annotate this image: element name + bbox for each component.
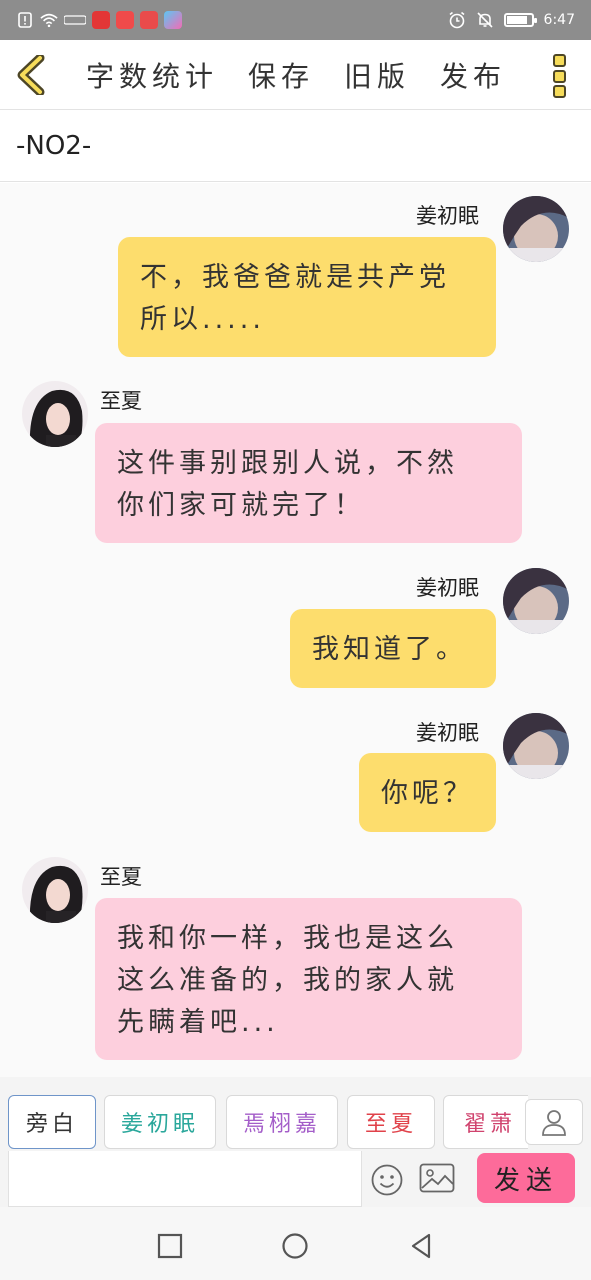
avatar[interactable] [22, 857, 88, 923]
app-icon [140, 11, 158, 29]
message-line: 你们家可就完了！ [117, 490, 365, 521]
message-input[interactable] [8, 1151, 362, 1207]
chat-bubble[interactable]: 你呢？ [359, 753, 496, 832]
avatar[interactable] [22, 381, 88, 447]
status-time: 6:47 [543, 12, 575, 28]
toolbar-actions: 字数统计 保存 旧版 发布 [86, 40, 536, 110]
chapter-label: -NO2- [0, 110, 591, 182]
role-tab-yan-xujia[interactable]: 焉栩嘉 [226, 1095, 338, 1149]
home-icon[interactable] [280, 1231, 310, 1261]
more-vertical-icon [552, 85, 566, 98]
role-tab-zhixia[interactable]: 至夏 [347, 1095, 435, 1149]
sender-name: 姜初眠 [416, 721, 479, 745]
insert-image-button[interactable] [419, 1163, 455, 1193]
status-bar-right: 6:47 [448, 11, 575, 29]
sim-alert-icon [16, 11, 34, 29]
message-line: 这件事别跟别人说，不然 [117, 448, 458, 479]
more-menu-button[interactable] [548, 54, 570, 98]
image-icon [419, 1163, 455, 1193]
smiley-icon [371, 1164, 403, 1196]
wifi-icon [40, 11, 58, 29]
person-icon [542, 1110, 566, 1136]
avatar[interactable] [503, 196, 569, 262]
message-line: 先瞒着吧... [117, 1007, 279, 1038]
app-icon [164, 11, 182, 29]
sender-name: 姜初眠 [416, 576, 479, 600]
app-icon [64, 11, 86, 29]
editor-toolbar: 字数统计 保存 旧版 发布 [0, 40, 591, 110]
sender-name: 至夏 [100, 389, 142, 413]
word-count-button[interactable]: 字数统计 [86, 55, 218, 95]
avatar[interactable] [503, 713, 569, 779]
back-button[interactable] [14, 54, 48, 96]
recent-apps-icon[interactable] [155, 1231, 185, 1261]
old-version-button[interactable]: 旧版 [344, 55, 410, 95]
chat-area: 姜初眠 不，我爸爸就是共产党 所以..... 至夏 这件事别跟别人说，不然 你们… [0, 183, 591, 1077]
app-icon [116, 11, 134, 29]
role-tab-narration[interactable]: 旁白 [8, 1095, 96, 1149]
message-line: 所以..... [140, 304, 265, 335]
more-vertical-icon [552, 69, 566, 83]
role-tab-jiang-chumian[interactable]: 姜初眠 [104, 1095, 216, 1149]
alarm-icon [448, 11, 466, 29]
message-line: 你呢？ [381, 778, 474, 809]
status-bar-left [16, 11, 182, 29]
message-line: 这么准备的，我的家人就 [117, 965, 458, 996]
chevron-left-icon [17, 55, 45, 95]
send-button[interactable]: 发送 [477, 1153, 575, 1203]
message-line: 不，我爸爸就是共产党 [140, 262, 450, 293]
avatar[interactable] [503, 568, 569, 634]
chat-bubble[interactable]: 我知道了。 [290, 609, 496, 688]
more-vertical-icon [552, 54, 566, 67]
input-panel: 旁白 姜初眠 焉栩嘉 至夏 翟萧 发送 [0, 1077, 591, 1207]
role-tab-zhai-xiao[interactable]: 翟萧 [443, 1095, 528, 1149]
battery-icon [503, 13, 537, 27]
sender-name: 姜初眠 [416, 204, 479, 228]
save-button[interactable]: 保存 [248, 55, 314, 95]
back-nav-icon[interactable] [406, 1231, 436, 1261]
chat-bubble[interactable]: 我和你一样，我也是这么 这么准备的，我的家人就 先瞒着吧... [95, 898, 522, 1060]
chat-bubble[interactable]: 这件事别跟别人说，不然 你们家可就完了！ [95, 423, 522, 543]
system-nav-bar [0, 1207, 591, 1280]
message-line: 我和你一样，我也是这么 [117, 923, 458, 954]
message-line: 我知道了。 [312, 634, 467, 665]
status-bar: 6:47 [0, 0, 591, 40]
app-icon [92, 11, 110, 29]
emoji-button[interactable] [370, 1163, 404, 1197]
chat-bubble[interactable]: 不，我爸爸就是共产党 所以..... [118, 237, 496, 357]
mute-icon [476, 11, 494, 29]
sender-name: 至夏 [100, 865, 142, 889]
character-manage-button[interactable] [525, 1099, 583, 1145]
publish-button[interactable]: 发布 [440, 55, 506, 95]
role-selector: 旁白 姜初眠 焉栩嘉 至夏 翟萧 [8, 1095, 528, 1149]
